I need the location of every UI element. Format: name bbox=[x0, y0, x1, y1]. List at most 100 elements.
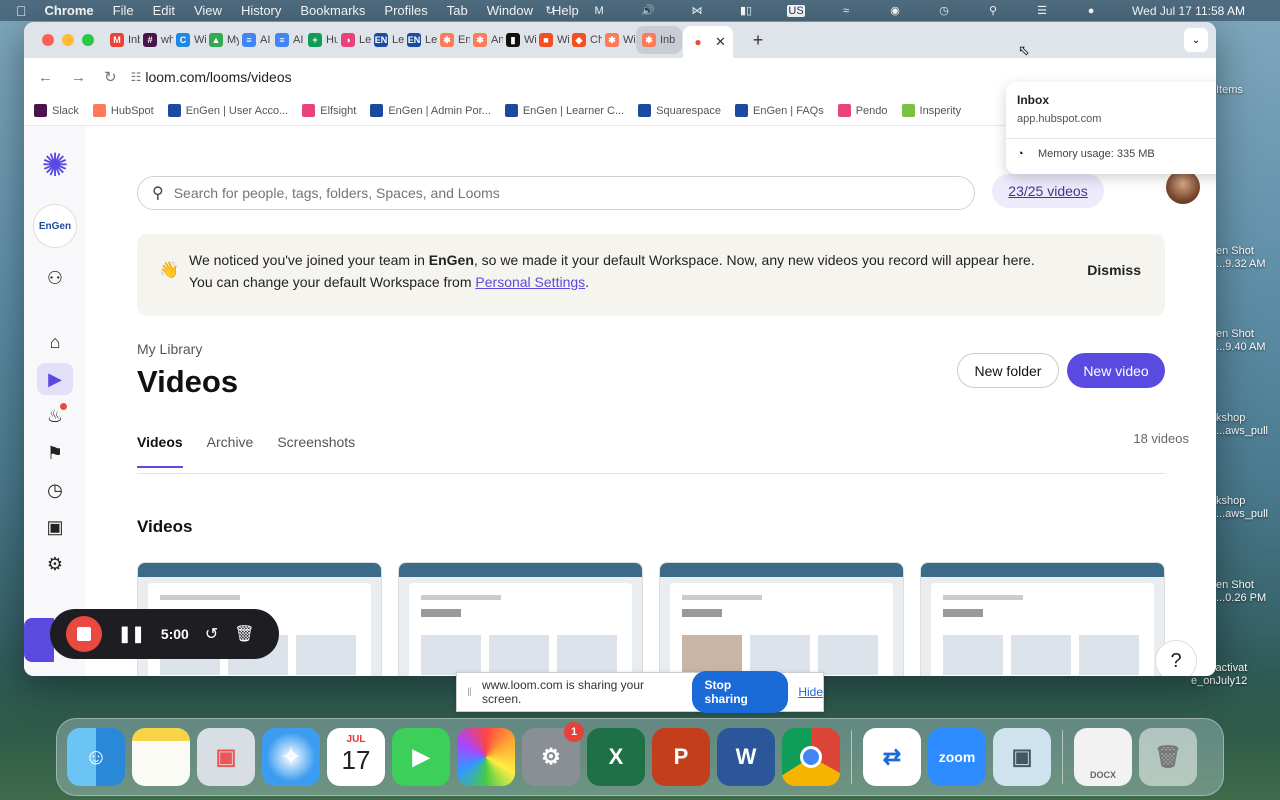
new-folder-button[interactable]: New folder bbox=[957, 353, 1059, 388]
menu-edit[interactable]: Edit bbox=[153, 3, 175, 18]
spotlight-icon[interactable]: ⚲ bbox=[985, 5, 1001, 17]
menu-window[interactable]: Window bbox=[487, 3, 533, 18]
bookmark-item[interactable]: HubSpot bbox=[92, 104, 154, 117]
camera-bubble-toggle[interactable] bbox=[24, 618, 54, 662]
launchpad-icon[interactable]: ▣ bbox=[197, 728, 255, 786]
close-window-button[interactable] bbox=[42, 34, 54, 46]
remote-support-icon[interactable]: ⇄ bbox=[863, 728, 921, 786]
drag-handle-icon[interactable]: ‖ bbox=[467, 685, 472, 699]
tab-search-chevron-down-icon[interactable]: ⌄ bbox=[1184, 28, 1208, 52]
video-thumbnail[interactable] bbox=[398, 562, 643, 676]
help-button[interactable]: ? bbox=[1155, 640, 1197, 676]
input-source-icon[interactable]: US bbox=[787, 4, 806, 17]
browser-tab[interactable]: EN Le bbox=[405, 26, 437, 54]
reload-icon[interactable]: ↻ bbox=[104, 68, 117, 86]
finder-icon[interactable]: ☺ bbox=[67, 728, 125, 786]
browser-tab[interactable]: ▲ My bbox=[207, 26, 239, 54]
browser-tab[interactable]: # wh bbox=[141, 26, 173, 54]
docx-file-icon[interactable]: DOCX bbox=[1074, 728, 1132, 786]
facetime-icon[interactable]: ▶ bbox=[392, 728, 450, 786]
system-settings-icon[interactable]: ⚙ 1 bbox=[522, 722, 584, 786]
restart-icon[interactable]: ↺ bbox=[205, 624, 218, 644]
breadcrumb[interactable]: My Library bbox=[137, 341, 202, 357]
menu-history[interactable]: History bbox=[241, 3, 281, 18]
desktop-file[interactable]: en Shot ...0.26 PM bbox=[1216, 579, 1266, 605]
app-status-icon[interactable]: M bbox=[591, 5, 607, 17]
browser-tab[interactable]: ✱ En bbox=[438, 26, 470, 54]
desktop-file[interactable]: kshop ...aws_pull bbox=[1216, 495, 1268, 521]
video-thumbnail[interactable] bbox=[920, 562, 1165, 676]
menu-clock[interactable]: Wed Jul 17 11:58 AM bbox=[1132, 4, 1245, 18]
siri-icon[interactable]: ● bbox=[1083, 5, 1099, 17]
workspace-avatar[interactable]: EnGen bbox=[33, 204, 77, 248]
bookmark-item[interactable]: Squarespace bbox=[638, 104, 721, 117]
user-avatar[interactable] bbox=[1166, 170, 1200, 204]
browser-tab[interactable]: ✱ Wi bbox=[603, 26, 635, 54]
url-field[interactable]: loom.com/looms/videos bbox=[145, 69, 291, 85]
browser-tab[interactable]: ◆ Ch bbox=[570, 26, 602, 54]
menu-app-name[interactable]: Chrome bbox=[45, 3, 94, 18]
menu-tab[interactable]: Tab bbox=[447, 3, 468, 18]
trash-icon[interactable]: 🗑 bbox=[1139, 728, 1197, 786]
preview-icon[interactable]: ▣ bbox=[993, 728, 1051, 786]
personal-settings-link[interactable]: Personal Settings bbox=[475, 274, 585, 290]
menu-view[interactable]: View bbox=[194, 3, 222, 18]
desktop-file[interactable]: en Shot ...9.32 AM bbox=[1216, 245, 1266, 271]
library-icon[interactable]: ▶ bbox=[37, 363, 73, 395]
search-bar[interactable]: ⚲ bbox=[137, 176, 975, 210]
battery-icon[interactable]: ▮▯ bbox=[738, 5, 754, 17]
tab-archive[interactable]: Archive bbox=[207, 434, 254, 468]
menu-profiles[interactable]: Profiles bbox=[384, 3, 427, 18]
pause-icon[interactable]: ❚❚ bbox=[118, 624, 145, 644]
browser-tab[interactable]: EN Le bbox=[372, 26, 404, 54]
hide-link[interactable]: Hide bbox=[798, 685, 823, 699]
home-icon[interactable]: ⌂ bbox=[37, 326, 73, 358]
browser-tab[interactable]: M Inb bbox=[108, 26, 140, 54]
bookmark-item[interactable]: Pendo bbox=[837, 104, 888, 117]
tab-screenshots[interactable]: Screenshots bbox=[277, 434, 355, 468]
powerpoint-icon[interactable]: P bbox=[652, 728, 710, 786]
desktop-file[interactable]: kshop ...aws_pull bbox=[1216, 412, 1268, 438]
close-tab-icon[interactable]: ✕ bbox=[715, 34, 726, 50]
clock-icon[interactable]: ◷ bbox=[37, 474, 73, 506]
menu-bookmarks[interactable]: Bookmarks bbox=[300, 3, 365, 18]
volume-icon[interactable]: 🔊 bbox=[640, 5, 656, 17]
bookmark-item[interactable]: EnGen | User Acco... bbox=[167, 104, 288, 117]
tab-loom-active[interactable]: ● ✕ bbox=[683, 26, 733, 58]
bookmark-item[interactable]: EnGen | FAQs bbox=[734, 104, 824, 117]
people-icon[interactable]: ⚇ bbox=[37, 262, 73, 294]
new-video-button[interactable]: New video bbox=[1067, 353, 1165, 388]
apple-icon[interactable]:  bbox=[16, 3, 27, 19]
bookmark-item[interactable]: Elfsight bbox=[302, 104, 356, 117]
bookmark-icon[interactable]: ⚑ bbox=[37, 437, 73, 469]
new-tab-button[interactable]: + bbox=[748, 30, 768, 51]
browser-tab[interactable]: C Wi bbox=[174, 26, 206, 54]
gear-icon[interactable]: ⚙ bbox=[37, 548, 73, 580]
word-icon[interactable]: W bbox=[717, 728, 775, 786]
video-quota-badge[interactable]: 23/25 videos bbox=[992, 174, 1104, 208]
stop-sharing-button[interactable]: Stop sharing bbox=[691, 671, 789, 713]
site-info-icon[interactable]: ☷ bbox=[131, 70, 142, 84]
menu-file[interactable]: File bbox=[113, 3, 134, 18]
back-icon[interactable]: ← bbox=[38, 69, 53, 86]
search-input[interactable] bbox=[173, 185, 934, 201]
calendar-icon[interactable]: JUL 17 bbox=[327, 728, 385, 786]
bell-icon[interactable]: ♨ bbox=[37, 400, 73, 432]
tab-hubspot-inbox[interactable]: ✱ Inb bbox=[636, 26, 682, 54]
browser-tab[interactable]: ■ Wi bbox=[537, 26, 569, 54]
browser-tab[interactable]: ◑ Le bbox=[339, 26, 371, 54]
bookmark-item[interactable]: Slack bbox=[34, 104, 79, 117]
desktop-file[interactable]: en Shot ...9.40 AM bbox=[1216, 328, 1266, 354]
wifi-icon[interactable]: ≈ bbox=[838, 5, 854, 17]
time-machine-icon[interactable]: ◷ bbox=[936, 5, 952, 17]
dismiss-button[interactable]: Dismiss bbox=[1087, 262, 1141, 278]
bookmark-item[interactable]: EnGen | Learner C... bbox=[504, 104, 624, 117]
excel-icon[interactable]: X bbox=[587, 728, 645, 786]
control-center-icon[interactable]: ☰ bbox=[1034, 5, 1050, 17]
tab-videos[interactable]: Videos bbox=[137, 434, 183, 468]
trash-icon[interactable]: 🗑 bbox=[234, 624, 254, 644]
gift-icon[interactable]: ▣ bbox=[37, 511, 73, 543]
browser-tab[interactable]: ✱ An bbox=[471, 26, 503, 54]
browser-tab[interactable]: ≡ AI bbox=[240, 26, 272, 54]
loom-logo-icon[interactable]: ✺ bbox=[38, 148, 72, 182]
